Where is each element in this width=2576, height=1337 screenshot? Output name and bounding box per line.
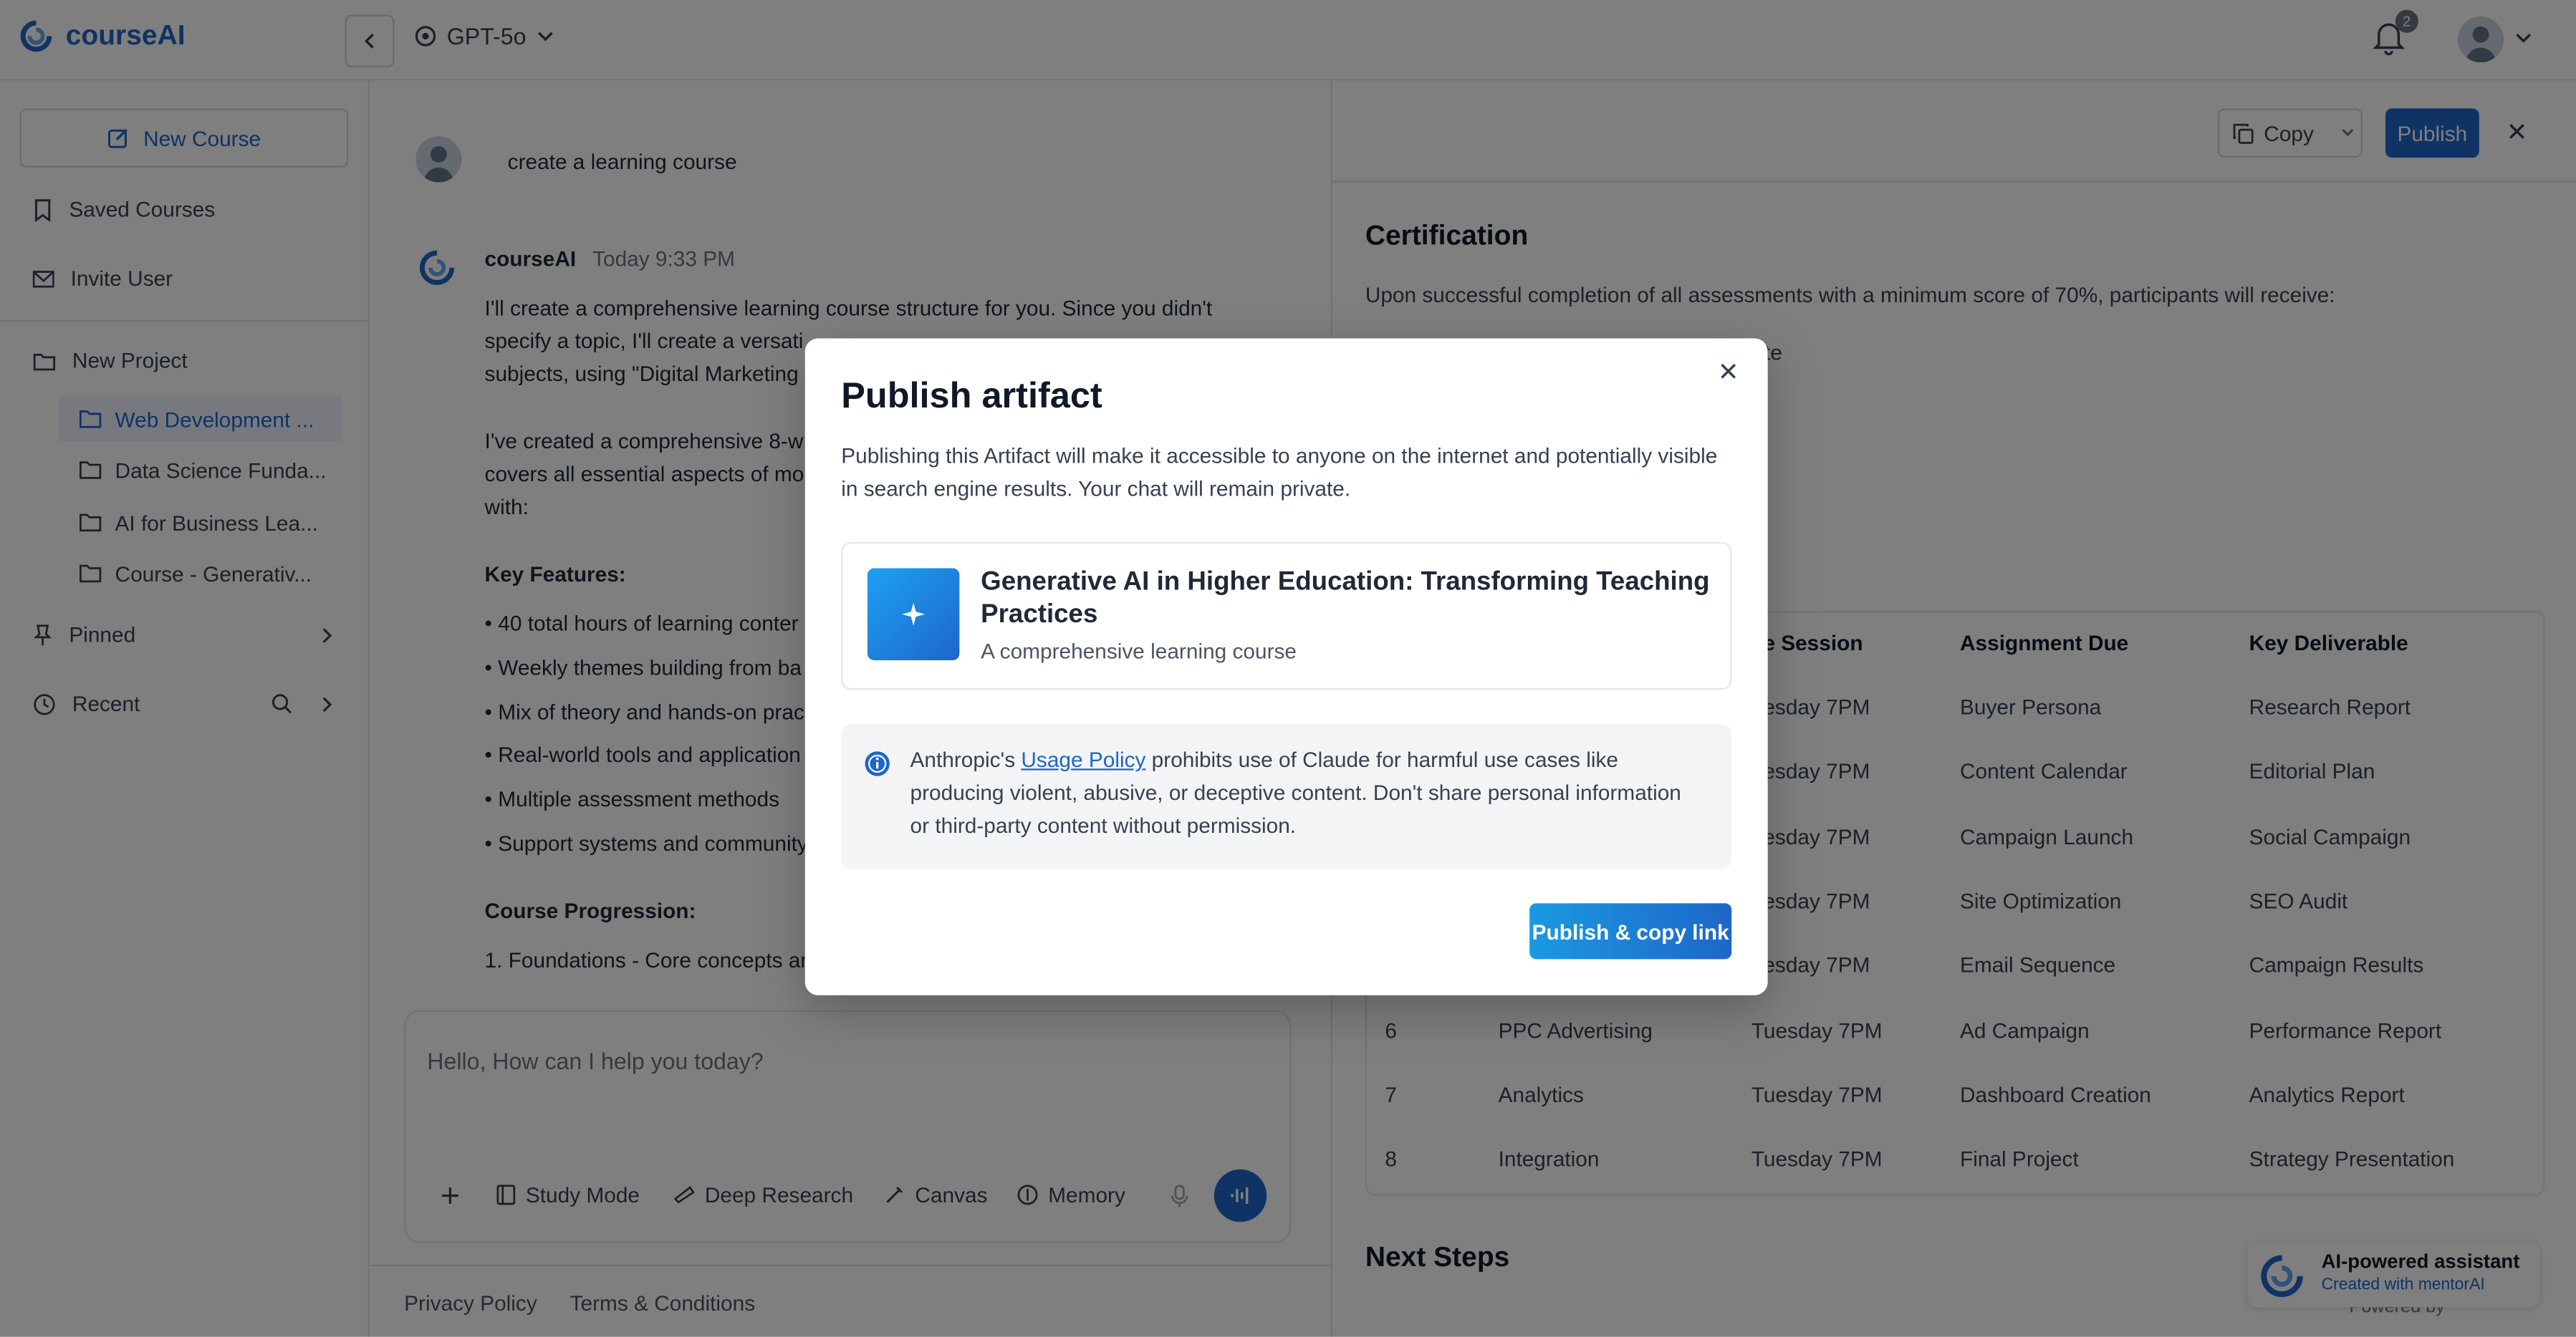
info-icon (864, 750, 890, 777)
app-root: courseAI GPT-5o 2 New Course Saved Cours… (0, 0, 2576, 1337)
sparkle-icon (867, 568, 960, 660)
publish-copy-link-button[interactable]: Publish & copy link (1529, 903, 1732, 960)
notice-text: Anthropic's Usage Policy prohibits use o… (910, 744, 1706, 843)
dialog-title: Publish artifact (841, 374, 1102, 416)
publish-artifact-dialog: Publish artifact Publishing this Artifac… (804, 338, 1768, 995)
sparkle-glyph (902, 602, 926, 626)
close-icon (1721, 363, 1736, 379)
usage-policy-link[interactable]: Usage Policy (1021, 747, 1145, 771)
dialog-description: Publishing this Artifact will make it ac… (841, 443, 1718, 501)
notice-prefix: Anthropic's (910, 747, 1022, 772)
artifact-preview-card: Generative AI in Higher Education: Trans… (841, 541, 1732, 690)
artifact-title: Generative AI in Higher Education: Trans… (981, 568, 1710, 629)
info-glyph (865, 751, 890, 776)
close-dialog-button[interactable] (1719, 362, 1739, 382)
usage-policy-notice: Anthropic's Usage Policy prohibits use o… (841, 724, 1732, 869)
artifact-subtitle: A comprehensive learning course (981, 639, 1297, 664)
